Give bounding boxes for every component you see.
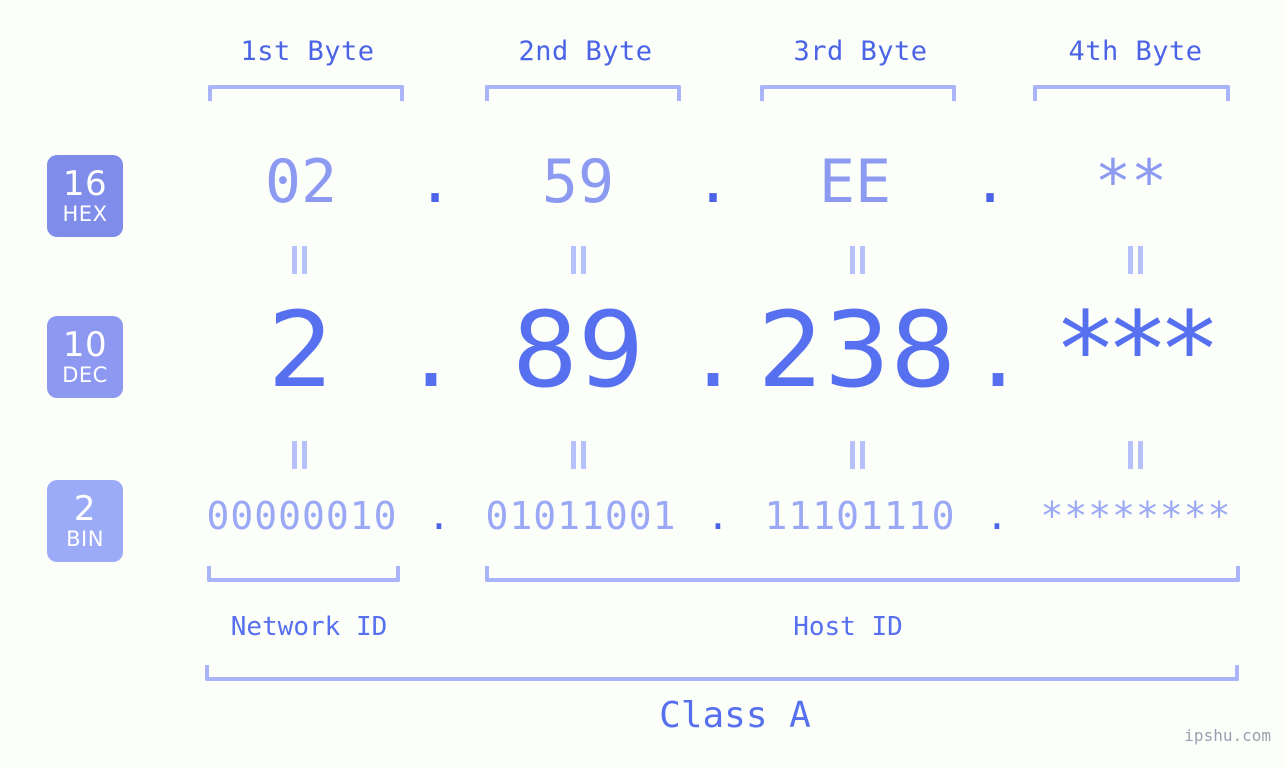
host-id-bracket — [485, 566, 1240, 582]
hex-separator-2: . — [694, 147, 732, 217]
equals-icon-dec-bin-2 — [570, 441, 588, 469]
base-badge-hex-number: 16 — [62, 164, 108, 204]
equals-icon-hex-dec-1 — [291, 246, 309, 274]
site-watermark: ipshu.com — [1184, 726, 1271, 745]
dec-octet-2: 89 — [511, 289, 645, 411]
byte-header-2: 2nd Byte — [518, 36, 653, 67]
ip-address-breakdown-diagram: 1st Byte 2nd Byte 3rd Byte 4th Byte 16 H… — [0, 0, 1285, 767]
class-bracket — [205, 665, 1239, 681]
bin-octet-3: 11101110 — [764, 494, 956, 538]
bin-octet-4: ******** — [1040, 494, 1232, 538]
dec-octet-4: *** — [1059, 289, 1216, 411]
base-badge-bin-name: BIN — [66, 527, 104, 551]
byte-header-4: 4th Byte — [1068, 36, 1203, 67]
hex-separator-3: . — [971, 147, 1009, 217]
byte-bracket-top-1 — [208, 85, 404, 101]
dec-octet-3: 238 — [757, 289, 957, 411]
bin-octet-1: 00000010 — [206, 494, 398, 538]
dec-separator-2: . — [696, 289, 730, 411]
dec-separator-3: . — [981, 289, 1015, 411]
base-badge-dec: 10 DEC — [47, 316, 123, 398]
network-id-label: Network ID — [230, 612, 388, 642]
base-badge-dec-name: DEC — [62, 363, 108, 387]
class-label: Class A — [659, 695, 811, 736]
dec-separator-1: . — [414, 289, 448, 411]
equals-icon-dec-bin-4 — [1127, 441, 1145, 469]
equals-icon-hex-dec-2 — [570, 246, 588, 274]
equals-icon-hex-dec-3 — [849, 246, 867, 274]
base-badge-bin: 2 BIN — [47, 480, 123, 562]
byte-header-1: 1st Byte — [240, 36, 375, 67]
hex-octet-2: 59 — [541, 147, 615, 217]
bin-separator-2: . — [706, 494, 730, 538]
network-id-bracket — [207, 566, 400, 582]
byte-bracket-top-4 — [1033, 85, 1230, 101]
base-badge-hex: 16 HEX — [47, 155, 123, 237]
equals-icon-dec-bin-3 — [849, 441, 867, 469]
hex-octet-1: 02 — [264, 147, 338, 217]
dec-octet-1: 2 — [267, 289, 335, 411]
hex-octet-3: EE — [818, 147, 892, 217]
byte-bracket-top-3 — [760, 85, 956, 101]
base-badge-dec-number: 10 — [62, 325, 108, 365]
equals-icon-dec-bin-1 — [291, 441, 309, 469]
bin-separator-3: . — [985, 494, 1009, 538]
equals-icon-hex-dec-4 — [1127, 246, 1145, 274]
bin-octet-2: 01011001 — [485, 494, 677, 538]
base-badge-hex-name: HEX — [62, 202, 108, 226]
bin-separator-1: . — [427, 494, 451, 538]
host-id-label: Host ID — [793, 612, 903, 642]
byte-header-3: 3rd Byte — [793, 36, 928, 67]
base-badge-bin-number: 2 — [73, 489, 97, 529]
hex-separator-1: . — [416, 147, 454, 217]
byte-bracket-top-2 — [485, 85, 681, 101]
hex-octet-4: ** — [1094, 147, 1168, 217]
